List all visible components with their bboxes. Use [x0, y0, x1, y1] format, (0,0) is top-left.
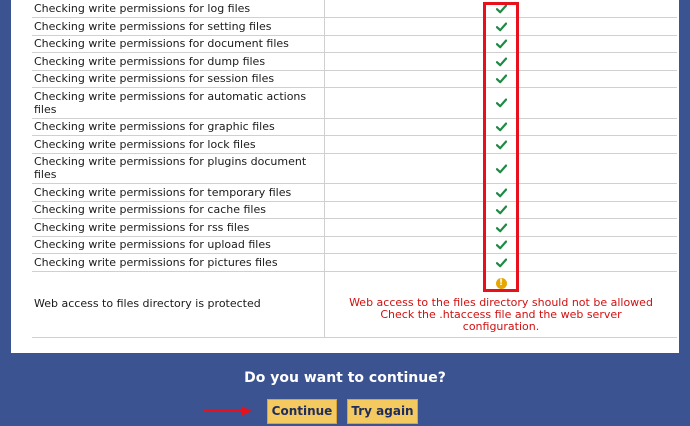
web-access-row: Web access to files directory is protect… [32, 271, 677, 338]
checkmark-icon [495, 37, 507, 50]
check-status [324, 183, 677, 202]
check-row: Checking write permissions for graphic f… [32, 118, 677, 136]
warning-message-line: configuration. [462, 319, 540, 333]
check-row: Checking write permissions for lock file… [32, 135, 677, 154]
arrow-right-icon [204, 406, 252, 416]
checkmark-icon [495, 2, 507, 15]
check-row: Checking write permissions for setting f… [32, 17, 677, 36]
check-row: Checking write permissions for automatic… [32, 87, 677, 119]
check-status [324, 135, 677, 154]
web-access-label: Web access to files directory is protect… [32, 271, 325, 338]
check-label: Checking write permissions for cache fil… [32, 201, 325, 219]
check-label: Checking write permissions for dump file… [32, 52, 325, 71]
check-row: Checking write permissions for temporary… [32, 183, 677, 202]
check-label: Checking write permissions for setting f… [32, 17, 325, 36]
check-status [324, 201, 677, 219]
check-label: Checking write permissions for log files [32, 0, 325, 18]
check-row: Checking write permissions for cache fil… [32, 201, 677, 219]
check-row: Checking write permissions for pictures … [32, 253, 677, 272]
web-access-warning-message: Web access to the files directory should… [325, 295, 677, 333]
check-status [324, 52, 677, 71]
checks-panel: Checking write permissions for log files… [11, 0, 679, 353]
check-row: Checking write permissions for plugins d… [32, 153, 677, 184]
check-row: Checking write permissions for rss files [32, 218, 677, 237]
check-row: Checking write permissions for document … [32, 35, 677, 53]
check-row: Checking write permissions for upload fi… [32, 236, 677, 254]
check-status [324, 218, 677, 237]
check-status [324, 87, 677, 119]
checkmark-icon [495, 186, 507, 199]
check-status [324, 17, 677, 36]
check-status [324, 253, 677, 272]
check-label: Checking write permissions for upload fi… [32, 236, 325, 254]
check-status [324, 153, 677, 184]
check-status [324, 118, 677, 136]
check-label: Checking write permissions for temporary… [32, 183, 325, 202]
check-label: Checking write permissions for graphic f… [32, 118, 325, 136]
try-again-button[interactable]: Try again [347, 399, 418, 424]
check-label: Checking write permissions for session f… [32, 70, 325, 88]
checkmark-icon [495, 20, 507, 33]
check-label: Checking write permissions for document … [32, 35, 325, 53]
check-label: Checking write permissions for automatic… [32, 87, 325, 119]
check-label: Checking write permissions for plugins d… [32, 153, 325, 184]
checkmark-icon [495, 96, 507, 109]
check-status [324, 70, 677, 88]
check-row: Checking write permissions for session f… [32, 70, 677, 88]
warning-icon: ! [495, 277, 507, 289]
checkmark-icon [495, 238, 507, 251]
checkmark-icon [495, 203, 507, 216]
check-status [324, 0, 677, 18]
checkmark-icon [495, 162, 507, 175]
checkmark-icon [495, 221, 507, 234]
checkmark-icon [495, 256, 507, 269]
checkmark-icon [495, 138, 507, 151]
continue-button[interactable]: Continue [267, 399, 337, 424]
check-row: Checking write permissions for dump file… [32, 52, 677, 71]
check-row: Checking write permissions for log files [32, 0, 677, 18]
continue-question: Do you want to continue? [244, 370, 446, 386]
warning-message-line: Check the .htaccess file and the web ser… [380, 307, 622, 321]
check-status [324, 35, 677, 53]
web-access-status: ! Web access to the files directory shou… [324, 271, 677, 338]
check-label: Checking write permissions for pictures … [32, 253, 325, 272]
check-label: Checking write permissions for rss files [32, 218, 325, 237]
check-status [324, 236, 677, 254]
checkmark-icon [495, 72, 507, 85]
permission-checks-table: Checking write permissions for log files… [32, 0, 677, 338]
checkmark-icon [495, 55, 507, 68]
check-label: Checking write permissions for lock file… [32, 135, 325, 154]
checkmark-icon [495, 120, 507, 133]
warning-message-line: Web access to the files directory should… [349, 295, 653, 309]
